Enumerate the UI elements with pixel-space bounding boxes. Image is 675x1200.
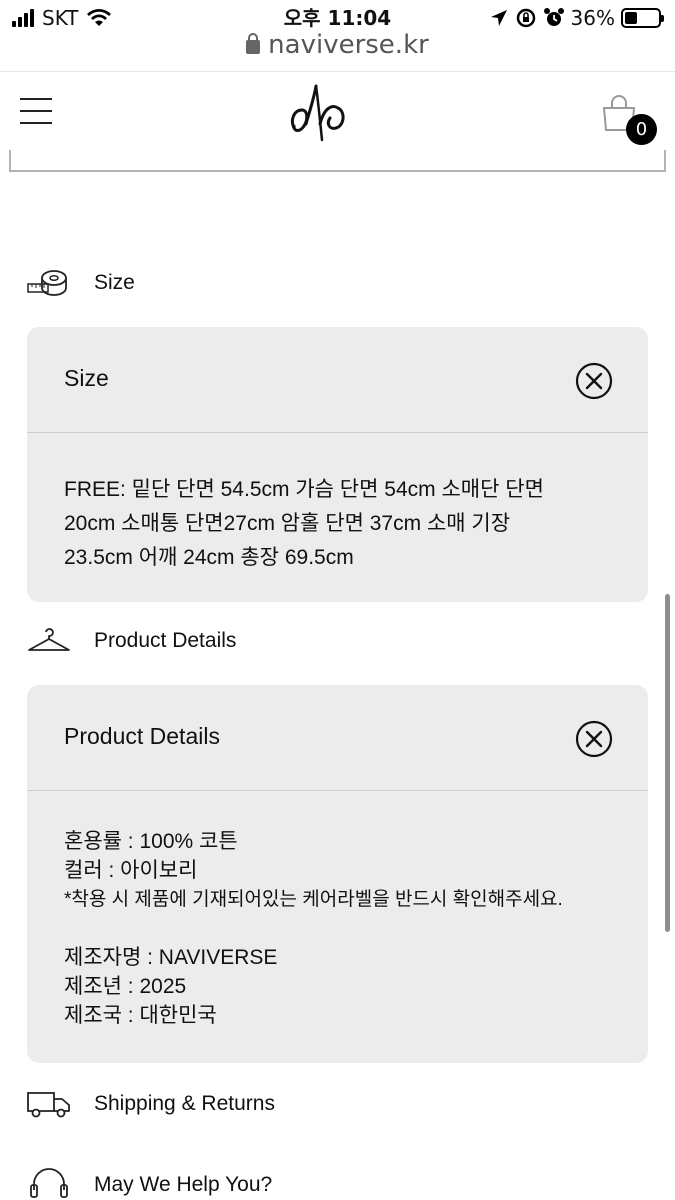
product-details-panel-body: 혼용률 : 100% 코튼 컬러 : 아이보리 *착용 시 제품에 기재되어있는… [27, 791, 648, 1030]
hanger-icon [26, 624, 72, 658]
size-section-label: Size [94, 271, 135, 294]
product-details-panel: Product Details 혼용률 : 100% 코튼 컬러 : 아이보리 … [27, 685, 648, 1063]
detail-line-care-note: *착용 시 제품에 기재되어있는 케어라벨을 반드시 확인해주세요. [64, 889, 563, 910]
alarm-icon [543, 8, 564, 26]
shipping-section-header[interactable]: Shipping & Returns [26, 1087, 275, 1121]
close-product-details-panel-icon[interactable] [575, 720, 613, 758]
help-section-header[interactable]: May We Help You? [26, 1168, 272, 1200]
brand-logo[interactable] [286, 80, 354, 144]
battery-percent: 36% [570, 6, 615, 30]
wifi-icon [87, 9, 112, 26]
headset-icon [26, 1168, 72, 1200]
size-panel-body: FREE: 밑단 단면 54.5cm 가슴 단면 54cm 소매단 단면 20c… [27, 433, 648, 575]
detail-line-material: 혼용률 : 100% 코튼 [64, 830, 238, 853]
cart-count-badge: 0 [626, 114, 657, 145]
screen-rotation-lock-icon [516, 8, 535, 28]
size-panel: Size FREE: 밑단 단면 54.5cm 가슴 단면 54cm 소매단 단… [27, 327, 648, 602]
menu-icon[interactable] [20, 98, 52, 126]
size-line: 20cm 소매통 단면27cm 암홀 단면 37cm 소매 기장 [64, 512, 511, 535]
scrollbar[interactable] [665, 594, 670, 932]
signal-icon [12, 9, 34, 27]
previous-panel-edge [9, 150, 666, 172]
product-details-section-label: Product Details [94, 629, 237, 652]
shipping-section-label: Shipping & Returns [94, 1092, 275, 1115]
product-details-panel-header: Product Details [27, 685, 648, 791]
detail-line-manufacturer: 제조자명 : NAVIVERSE [64, 946, 278, 969]
cart-button[interactable]: 0 [600, 94, 658, 145]
location-arrow-icon [490, 10, 507, 26]
size-line: 23.5cm 어깨 24cm 총장 69.5cm [64, 546, 354, 569]
size-section-header[interactable]: Size [26, 266, 135, 300]
detail-line-country: 제조국 : 대한민국 [64, 1004, 217, 1027]
battery-level-fill [625, 12, 637, 24]
battery-icon [621, 8, 664, 28]
close-size-panel-icon[interactable] [575, 362, 613, 400]
size-panel-header: Size [27, 327, 648, 433]
site-header: 0 [0, 71, 675, 151]
help-section-label: May We Help You? [94, 1173, 273, 1196]
status-right: 36% [489, 6, 664, 30]
detail-line-color: 컬러 : 아이보리 [64, 859, 198, 882]
size-panel-title: Size [64, 365, 109, 391]
url-text: naviverse.kr [268, 30, 429, 60]
size-line: FREE: 밑단 단면 54.5cm 가슴 단면 54cm 소매단 단면 [64, 478, 544, 501]
measuring-tape-icon [26, 266, 72, 300]
address-bar[interactable]: naviverse.kr [0, 30, 675, 62]
status-left: SKT [12, 6, 112, 30]
product-details-panel-title: Product Details [64, 723, 220, 749]
truck-icon [26, 1087, 72, 1121]
carrier-label: SKT [42, 6, 79, 30]
detail-line-year: 제조년 : 2025 [64, 975, 187, 998]
lock-icon [246, 33, 261, 54]
product-details-section-header[interactable]: Product Details [26, 624, 236, 658]
